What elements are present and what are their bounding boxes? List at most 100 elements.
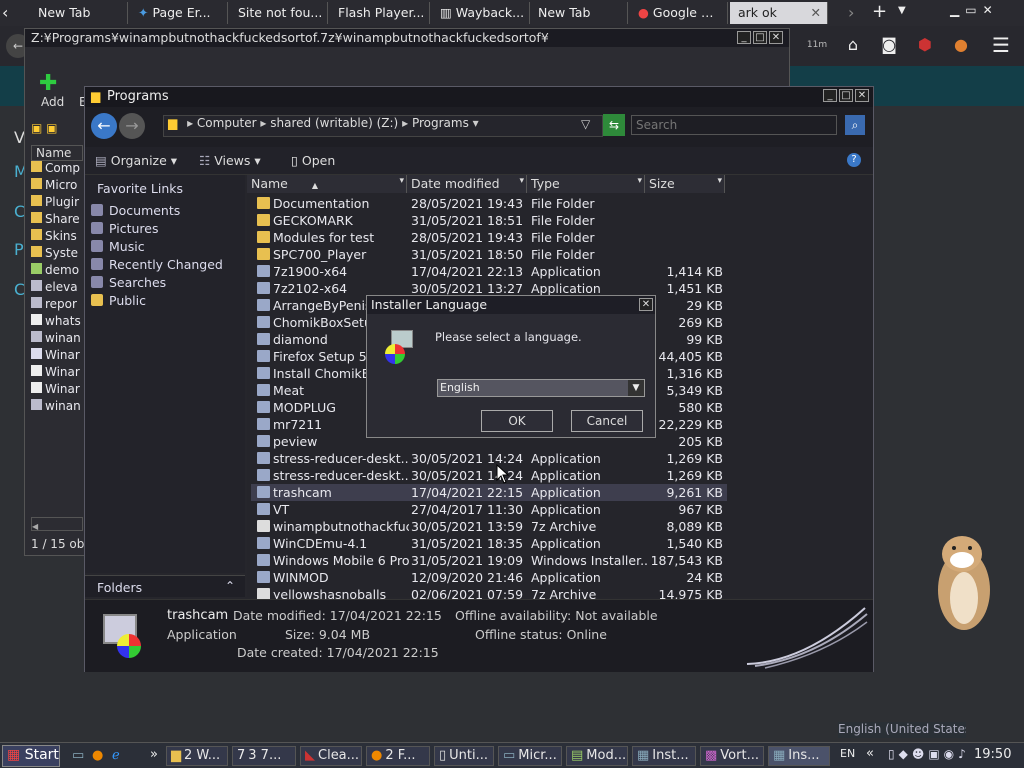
breadcrumb-item[interactable]: shared (writable) (Z:) — [270, 116, 398, 130]
help-icon[interactable]: ? — [847, 153, 861, 167]
quicklaunch-more-icon[interactable]: » — [150, 747, 158, 762]
browser-tab[interactable]: Site not fou... — [230, 2, 328, 24]
column-size[interactable]: Size ▾ — [645, 175, 725, 193]
breadcrumb-item[interactable]: Programs — [412, 116, 469, 130]
file-row[interactable]: 7z1900-x64 17/04/2021 22:13 Application 1,4… — [251, 263, 727, 280]
file-row[interactable]: winampbutnothackfuc...30/05/2021 13:59 7z… — [251, 518, 727, 535]
column-name[interactable]: Name ▲ ▾ — [247, 175, 407, 193]
taskbar-item[interactable]: ◣ Clea... — [300, 746, 362, 766]
window-controls[interactable]: ▁▭✕ — [950, 3, 999, 17]
maximize-icon[interactable]: □ — [753, 31, 767, 44]
start-button[interactable]: ▦ Start — [2, 745, 60, 767]
file-row[interactable]: Windows Mobile 6 Pro... 31/05/2021 19:09 W… — [251, 552, 727, 569]
browser-tab[interactable]: ✦ Page Er... — [130, 2, 228, 24]
tab-scroll-right-icon[interactable]: › — [848, 3, 854, 22]
file-row[interactable]: stress-reducer-deskt... 30/05/2021 14:24 A… — [251, 450, 727, 467]
language-select[interactable]: English ▼ — [437, 379, 645, 397]
7zip-name-column[interactable]: Name — [31, 145, 83, 161]
page-link[interactable]: P — [14, 240, 24, 259]
minimize-icon[interactable]: _ — [737, 31, 751, 44]
views-button[interactable]: ☷ Views ▾ — [199, 153, 261, 168]
extension-icon[interactable]: ● — [950, 34, 972, 56]
close-icon[interactable]: ✕ — [639, 298, 653, 311]
7zip-list-item[interactable]: Winar — [31, 382, 83, 399]
browser-tab-active[interactable]: ark ok ✕ — [730, 2, 828, 24]
7zip-list-item[interactable]: Syste — [31, 246, 83, 263]
nav-item-searches[interactable]: Searches — [91, 275, 166, 290]
file-row[interactable]: SPC700_Player 31/05/2021 18:50 File Folder — [251, 246, 727, 263]
search-icon[interactable]: ⌕ — [845, 115, 865, 135]
file-row[interactable]: trashcam 17/04/2021 22:15 Application 9,261… — [251, 484, 727, 501]
browser-tab[interactable]: Flash Player... — [330, 2, 430, 24]
tray-expand-icon[interactable]: « — [866, 746, 874, 761]
language-indicator[interactable]: EN — [840, 747, 855, 760]
menu-icon[interactable]: ☰ — [990, 34, 1012, 56]
search-input[interactable] — [631, 115, 837, 135]
address-dropdown-icon[interactable]: ▽ — [581, 117, 590, 131]
forward-button[interactable]: → — [119, 113, 145, 139]
home-icon[interactable]: ⌂ — [842, 34, 864, 56]
add-button[interactable]: Add — [41, 95, 64, 109]
folder-up-icon[interactable]: ▣ ▣ — [31, 121, 83, 143]
taskbar-item[interactable]: ▦ Inst... — [632, 746, 696, 766]
file-row[interactable]: Documentation 28/05/2021 19:43 File Folder — [251, 195, 727, 212]
close-icon[interactable]: ✕ — [769, 31, 783, 44]
pocket-icon[interactable]: ◙ — [878, 34, 900, 56]
7zip-list-item[interactable]: Skins — [31, 229, 83, 246]
7zip-list-item[interactable]: Winar — [31, 365, 83, 382]
breadcrumb-item[interactable]: Computer — [197, 116, 257, 130]
breadcrumb[interactable]: ▆ ▸ Computer ▸ shared (writable) (Z:) ▸ … — [163, 115, 603, 137]
chevron-down-icon[interactable]: ▼ — [628, 380, 644, 396]
taskbar-item[interactable]: ▆ 2 W... — [166, 746, 228, 766]
taskbar-item[interactable]: ▦ Ins... — [768, 746, 830, 766]
7zip-list-item[interactable]: demo — [31, 263, 83, 280]
nav-item-public[interactable]: Public — [91, 293, 146, 308]
taskbar-item[interactable]: ● 2 F... — [366, 746, 430, 766]
file-row[interactable]: GECKOMARK 31/05/2021 18:51 File Folder — [251, 212, 727, 229]
tab-list-icon[interactable]: ▼ — [898, 5, 906, 16]
7zip-list-item[interactable]: Plugir — [31, 195, 83, 212]
tab-scroll-left-icon[interactable]: ‹ — [2, 3, 20, 23]
7zip-list-item[interactable]: Winar — [31, 348, 83, 365]
7zip-list-item[interactable]: Share — [31, 212, 83, 229]
browser-tab[interactable]: New Tab — [30, 2, 128, 24]
maximize-icon[interactable]: □ — [839, 89, 853, 102]
taskbar-item[interactable]: ▯ Unti... — [434, 746, 494, 766]
file-row[interactable]: Modules for test 28/05/2021 19:43 File Fol… — [251, 229, 727, 246]
show-desktop-icon[interactable]: ▭ — [72, 748, 84, 763]
browser-tab[interactable]: New Tab — [530, 2, 628, 24]
7zip-list-item[interactable]: eleva — [31, 280, 83, 297]
organize-button[interactable]: ▤ Organize ▾ — [95, 153, 177, 168]
ublock-icon[interactable]: ⬢ — [914, 34, 936, 56]
clock[interactable]: 19:50 — [974, 747, 1011, 762]
column-type[interactable]: Type ▾ — [527, 175, 645, 193]
taskbar-item[interactable]: 73 7... — [232, 746, 296, 766]
browser-tab[interactable]: ▥ Wayback... — [432, 2, 530, 24]
7zip-list-item[interactable]: winan — [31, 399, 83, 416]
cancel-button[interactable]: Cancel — [571, 410, 643, 432]
nav-item-recently-changed[interactable]: Recently Changed — [91, 257, 223, 272]
add-icon[interactable]: ✚ — [39, 71, 57, 96]
browser-tab[interactable]: ● Google … — [630, 2, 728, 24]
file-row[interactable]: stress-reducer-deskt... 30/05/2021 14:24 A… — [251, 467, 727, 484]
column-date-modified[interactable]: Date modified ▾ — [407, 175, 527, 193]
7zip-list-item[interactable]: Micro — [31, 178, 83, 195]
file-row[interactable]: WinCDEmu-4.1 31/05/2021 18:35 Application 1… — [251, 535, 727, 552]
tray-icons[interactable]: ▯◆☻▣◉♪ — [888, 747, 970, 761]
nav-item-pictures[interactable]: Pictures — [91, 221, 159, 236]
file-row[interactable]: WINMOD 12/09/2020 21:46 Application 24 KB — [251, 569, 727, 586]
refresh-icon[interactable]: ⇆ — [603, 114, 625, 136]
7zip-list-item[interactable]: whats — [31, 314, 83, 331]
7zip-list-item[interactable]: repor — [31, 297, 83, 314]
back-button[interactable]: ← — [91, 113, 117, 139]
taskbar-item[interactable]: ▭ Micr... — [498, 746, 562, 766]
close-tab-icon[interactable]: ✕ — [811, 5, 821, 20]
horizontal-scrollbar[interactable]: ◀ — [31, 517, 83, 531]
file-row[interactable]: VT 27/04/2017 11:30 Application 967 KB — [251, 501, 727, 518]
taskbar-item[interactable]: ▩ Vort... — [700, 746, 764, 766]
firefox-icon[interactable]: ● — [92, 748, 103, 763]
nav-item-documents[interactable]: Documents — [91, 203, 180, 218]
close-icon[interactable]: ✕ — [855, 89, 869, 102]
new-tab-icon[interactable]: + — [872, 1, 887, 22]
7zip-list-item[interactable]: Comp — [31, 161, 83, 178]
